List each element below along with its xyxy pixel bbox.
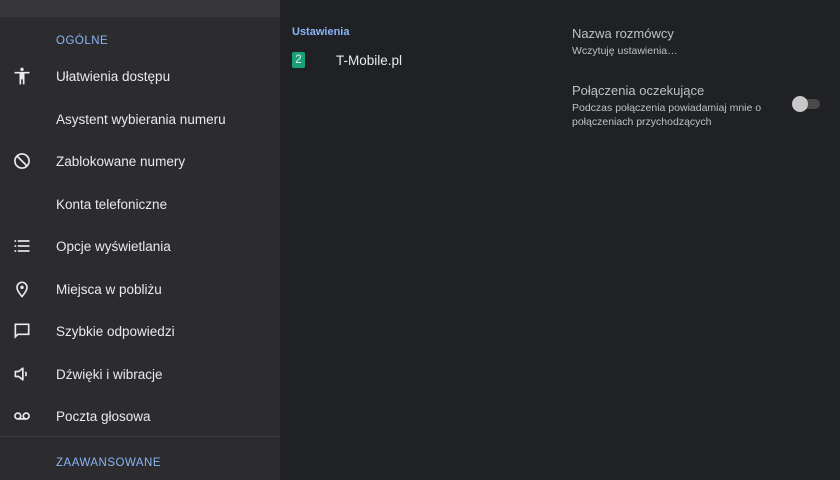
nav-item-sounds-vibration[interactable]: Dźwięki i wibracje (0, 353, 280, 395)
nav-item-label: Miejsca w pobliżu (56, 281, 162, 297)
settings-screen: OGÓLNE Ułatwienia dostępu Asystent wybie… (0, 0, 840, 480)
setting-call-waiting[interactable]: Połączenia oczekujące Podczas połączenia… (572, 83, 782, 129)
nav-top-strip (0, 0, 280, 17)
nav-item-label: Szybkie odpowiedzi (56, 323, 175, 339)
nav-item-label: Opcje wyświetlania (56, 238, 171, 254)
setting-caller-id[interactable]: Nazwa rozmówcy Wczytuję ustawienia… (572, 26, 812, 58)
nav-item-accessibility[interactable]: Ułatwienia dostępu (0, 55, 280, 97)
nav-item-label: Konta telefoniczne (56, 196, 168, 212)
setting-call-waiting-description: Podczas połączenia powiadamiaj mnie o po… (572, 102, 762, 128)
setting-caller-id-status: Wczytuję ustawienia… (572, 45, 678, 57)
nav-item-label: Asystent wybierania numeru (56, 111, 226, 127)
accessibility-icon (12, 66, 32, 86)
sim-2-icon: 2 (292, 52, 305, 68)
nav-item-label: Dźwięki i wibracje (56, 366, 163, 382)
sim-account-item[interactable]: 2 T-Mobile.pl (290, 50, 540, 72)
voicemail-icon (12, 406, 32, 426)
nav-item-voicemail[interactable]: Poczta głosowa (0, 395, 280, 437)
block-icon (12, 151, 32, 171)
toggle-thumb (792, 96, 808, 112)
setting-call-waiting-title: Połączenia oczekujące (572, 83, 705, 98)
nav-item-label: Poczta głosowa (56, 408, 151, 424)
list-icon (12, 236, 32, 256)
section-header-advanced: ZAAWANSOWANE (56, 457, 162, 469)
nav-item-label: Ułatwienia dostępu (56, 68, 171, 84)
location-pin-icon (12, 279, 32, 299)
nav-item-label: Zablokowane numery (56, 153, 186, 169)
nav-item-quick-responses[interactable]: Szybkie odpowiedzi (0, 310, 280, 352)
sim-account-label: T-Mobile.pl (336, 53, 403, 68)
nav-item-display-options[interactable]: Opcje wyświetlania (0, 225, 280, 267)
section-header-general: OGÓLNE (56, 35, 109, 47)
speaker-icon (12, 364, 32, 384)
nav-item-blocked-numbers[interactable]: Zablokowane numery (0, 140, 280, 182)
nav-item-phone-accounts[interactable]: Konta telefoniczne (0, 183, 280, 225)
setting-caller-id-title: Nazwa rozmówcy (572, 26, 674, 41)
nav-item-dial-assistant[interactable]: Asystent wybierania numeru (0, 98, 280, 140)
sim-list-title: Ustawienia (292, 26, 350, 38)
nav-divider (0, 436, 280, 437)
nav-item-nearby-places[interactable]: Miejsca w pobliżu (0, 268, 280, 310)
call-waiting-toggle[interactable] (792, 96, 820, 112)
settings-nav: OGÓLNE Ułatwienia dostępu Asystent wybie… (0, 0, 280, 480)
chat-bubble-icon (12, 321, 32, 341)
